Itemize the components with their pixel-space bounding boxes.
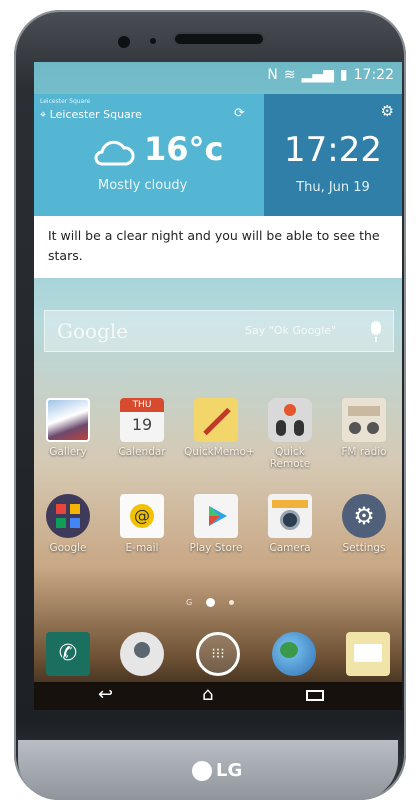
weather-widget[interactable]: Leicester Square ⌖ Leicester Square ⟳ 16… — [34, 94, 264, 216]
messaging-app[interactable] — [346, 632, 390, 676]
camera-strip — [272, 500, 308, 508]
contacts-app[interactable] — [120, 632, 164, 676]
location-label: ⌖ Leicester Square — [40, 108, 142, 122]
camera-lens — [280, 510, 300, 530]
refresh-icon[interactable]: ⟳ — [234, 106, 245, 121]
brand-text: LG — [216, 760, 243, 781]
temperature: 16°c — [144, 130, 224, 168]
app-label: QuickMemo+ — [184, 446, 255, 458]
app-label: Play Store — [189, 542, 243, 554]
play-store-icon — [194, 494, 238, 538]
home-icon[interactable]: ⌂ — [202, 684, 213, 705]
weather-message: It will be a clear night and you will be… — [34, 216, 402, 278]
app-play-store[interactable]: Play Store — [184, 494, 248, 554]
radio-dial — [348, 406, 380, 416]
app-label: Calendar — [118, 446, 166, 458]
battery-icon: ▮ — [339, 67, 348, 83]
app-label: E-mail — [125, 542, 159, 554]
message-icon — [354, 644, 382, 662]
app-email[interactable]: @ E-mail — [110, 494, 174, 554]
email-icon: @ — [120, 494, 164, 538]
radio-knob — [367, 422, 379, 434]
google-logo-text: Google — [57, 319, 129, 343]
app-label: Settings — [342, 542, 386, 554]
pen-shape — [203, 407, 231, 436]
front-camera — [118, 36, 130, 48]
app-quickmemo[interactable]: QuickMemo+ — [184, 398, 255, 458]
app-camera[interactable]: Camera — [258, 494, 322, 554]
app-calendar[interactable]: THU 19 Calendar — [110, 398, 174, 458]
app-settings[interactable]: ⚙ Settings — [332, 494, 396, 554]
folder-tile — [56, 504, 66, 514]
remote-button — [276, 420, 286, 436]
folder-tile — [56, 518, 66, 528]
recents-icon[interactable] — [306, 690, 324, 701]
earpiece — [175, 34, 263, 44]
gear-icon[interactable]: ⚙ — [381, 102, 394, 120]
page-dot-active[interactable] — [206, 598, 216, 607]
app-drawer-button[interactable]: ⁝⁝⁝ — [196, 632, 240, 676]
navigation-bar: ↩ ⌂ — [34, 682, 402, 710]
remote-button — [284, 404, 296, 416]
camera-icon — [268, 494, 312, 538]
app-gallery[interactable]: Gallery — [36, 398, 100, 458]
browser-app[interactable] — [272, 632, 316, 676]
clock-date: Thu, Jun 19 — [296, 180, 370, 195]
gallery-icon — [46, 398, 90, 442]
mic-icon[interactable] — [371, 321, 381, 342]
apps-grid-icon: ⁝⁝⁝ — [211, 646, 225, 662]
app-quick-remote[interactable]: Quick Remote — [258, 398, 322, 470]
voice-hint: Say "Ok Google" — [245, 324, 337, 337]
play-triangle — [209, 506, 227, 526]
quick-remote-icon — [268, 398, 312, 442]
lg-face-icon — [192, 760, 212, 781]
calendar-icon: THU 19 — [120, 398, 164, 442]
location-text: Leicester Square — [49, 108, 142, 121]
calendar-month: THU — [120, 398, 164, 412]
google-search-bar[interactable]: Google Say "Ok Google" — [44, 310, 394, 352]
cloud-icon — [94, 140, 135, 166]
phone-app[interactable]: ✆ — [46, 632, 90, 676]
app-label: Google — [49, 542, 87, 554]
dock: ✆ ⁝⁝⁝ — [34, 622, 402, 682]
app-label: FM radio — [341, 446, 387, 458]
clock-widget[interactable]: ⚙ 17:22 Thu, Jun 19 — [264, 94, 402, 216]
at-symbol: @ — [130, 504, 154, 528]
app-label: Quick Remote — [269, 446, 311, 470]
phone-icon: ✆ — [58, 641, 78, 666]
page-indicator[interactable]: G — [186, 598, 235, 607]
page-dot[interactable] — [229, 600, 235, 605]
globe-icon — [280, 642, 298, 658]
clock-time: 17:22 — [284, 130, 382, 170]
home-screen: N ≋ ▂▄▆ ▮ 17:22 Leicester Square ⌖ Leice… — [34, 62, 402, 710]
settings-icon: ⚙ — [342, 494, 386, 538]
app-label: Gallery — [49, 446, 87, 458]
app-label: Camera — [269, 542, 311, 554]
radio-knob — [349, 422, 361, 434]
google-page-dot[interactable]: G — [186, 598, 192, 607]
back-icon[interactable]: ↩ — [98, 684, 113, 705]
folder-tile — [70, 518, 80, 528]
google-folder-icon — [46, 494, 90, 538]
signal-icon: ▂▄▆ — [301, 67, 334, 83]
weather-condition: Mostly cloudy — [98, 178, 188, 193]
remote-button — [294, 420, 304, 436]
status-time: 17:22 — [353, 67, 394, 83]
location-small: Leicester Square — [40, 98, 91, 105]
app-fm-radio[interactable]: FM radio — [332, 398, 396, 458]
folder-tile — [70, 504, 80, 514]
sensor — [150, 38, 156, 44]
brand-logo: LG — [192, 760, 242, 781]
radio-icon — [342, 398, 386, 442]
app-google-folder[interactable]: Google — [36, 494, 100, 554]
calendar-day: 19 — [131, 415, 153, 434]
contacts-icon — [134, 642, 150, 658]
status-bar: N ≋ ▂▄▆ ▮ 17:22 — [34, 62, 402, 88]
quickmemo-icon — [194, 398, 238, 442]
location-pin-icon: ⌖ — [40, 108, 47, 121]
wifi-icon: ≋ — [283, 67, 296, 83]
nfc-icon: N — [267, 67, 278, 83]
